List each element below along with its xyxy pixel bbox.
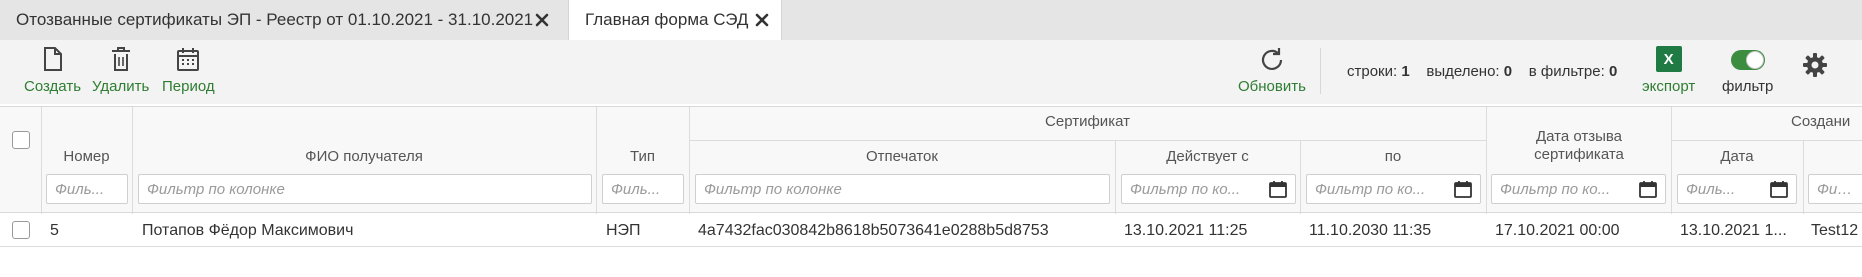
toolbar-divider bbox=[1320, 48, 1321, 94]
group-header-certificate: Сертификат bbox=[1045, 113, 1130, 130]
filter-placeholder: Филь... bbox=[1817, 180, 1859, 198]
tab-main-form[interactable]: Главная форма СЭД bbox=[568, 0, 782, 40]
filter-placeholder: Фильтр по ко... bbox=[1315, 180, 1426, 198]
tab-revoked-certificates[interactable]: Отозванные сертификаты ЭП - Реестр от 01… bbox=[0, 0, 570, 40]
cell-valid-to: 11.10.2030 11:35 bbox=[1309, 221, 1432, 239]
tab-bar: Отозванные сертификаты ЭП - Реестр от 01… bbox=[0, 0, 1862, 40]
filter-placeholder: Филь... bbox=[55, 180, 105, 198]
create-button[interactable]: Создать bbox=[24, 46, 81, 95]
column-header-fio[interactable]: ФИО получателя bbox=[132, 148, 596, 165]
filtered-stat-label: в фильтре: bbox=[1528, 63, 1605, 80]
trash-icon bbox=[111, 47, 130, 71]
calendar-icon[interactable] bbox=[1639, 180, 1657, 198]
column-header-valid-to[interactable]: по bbox=[1300, 148, 1486, 165]
cell-created-by: Test12 bbox=[1811, 221, 1859, 239]
calendar-icon[interactable] bbox=[1454, 180, 1472, 198]
data-grid: Сертификат Создани Номер ФИО получателя … bbox=[0, 106, 1862, 247]
filtered-stat-value: 0 bbox=[1608, 63, 1618, 80]
export-button[interactable]: X экспорт bbox=[1642, 46, 1695, 95]
export-label: экспорт bbox=[1642, 78, 1696, 95]
calendar-icon bbox=[177, 48, 200, 71]
table-row[interactable]: 5 Потапов Фёдор Максимович НЭП 4a7432fac… bbox=[0, 214, 1862, 247]
toggle-switch[interactable] bbox=[1730, 50, 1765, 70]
calendar-icon[interactable] bbox=[1269, 180, 1287, 198]
refresh-icon bbox=[1261, 48, 1283, 70]
period-label: Период bbox=[162, 78, 215, 95]
selected-stat-value: 0 bbox=[1503, 63, 1513, 80]
filter-placeholder: Фильтр по ко... bbox=[1500, 180, 1611, 198]
filter-input-valid-to[interactable]: Фильтр по ко... bbox=[1306, 174, 1481, 204]
filter-input-created-date[interactable]: Филь... bbox=[1677, 174, 1797, 204]
group-header-created: Создани bbox=[1791, 113, 1851, 130]
new-file-icon bbox=[43, 47, 62, 71]
close-icon[interactable] bbox=[752, 10, 772, 30]
excel-icon: X bbox=[1655, 46, 1682, 72]
column-header-valid-from[interactable]: Действует с bbox=[1115, 148, 1300, 165]
filter-placeholder: Фильтр по ко... bbox=[1130, 180, 1241, 198]
period-button[interactable]: Период bbox=[162, 46, 215, 95]
select-all-checkbox[interactable] bbox=[12, 131, 30, 149]
column-header-fingerprint[interactable]: Отпечаток bbox=[689, 148, 1115, 165]
column-header-type[interactable]: Тип bbox=[596, 148, 689, 165]
filter-placeholder: Филь... bbox=[611, 180, 661, 198]
row-stats: строки: 1 выделено: 0 в фильтре: 0 bbox=[1347, 63, 1617, 80]
grid-header: Сертификат Создани Номер ФИО получателя … bbox=[0, 107, 1862, 213]
filter-input-revoke-date[interactable]: Фильтр по ко... bbox=[1491, 174, 1666, 204]
rows-stat-value: 1 bbox=[1401, 63, 1410, 80]
group-header-divider bbox=[689, 140, 1486, 141]
selected-stat-label: выделено: bbox=[1426, 63, 1500, 80]
cell-fingerprint: 4a7432fac030842b8618b5073641e0288b5d8753 bbox=[698, 221, 1049, 239]
filter-input-valid-from[interactable]: Фильтр по ко... bbox=[1121, 174, 1296, 204]
filter-input-number[interactable]: Филь... bbox=[46, 174, 128, 204]
create-label: Создать bbox=[24, 78, 82, 95]
toggle-knob bbox=[1745, 51, 1764, 69]
filter-toggle[interactable]: фильтр bbox=[1722, 46, 1773, 95]
refresh-label: Обновить bbox=[1238, 78, 1306, 95]
row-checkbox[interactable] bbox=[12, 221, 30, 239]
tab-label: Главная форма СЭД bbox=[585, 10, 749, 29]
column-header-number[interactable]: Номер bbox=[41, 148, 132, 165]
delete-button[interactable]: Удалить bbox=[92, 46, 149, 95]
cell-fio: Потапов Фёдор Максимович bbox=[142, 221, 354, 239]
filter-placeholder: Филь... bbox=[1686, 180, 1736, 198]
filter-input-fingerprint[interactable]: Фильтр по колонке bbox=[695, 174, 1110, 204]
column-header-revoke-date[interactable]: Дата отзыва сертификата bbox=[1496, 128, 1662, 164]
filter-placeholder: Фильтр по колонке bbox=[147, 180, 285, 198]
calendar-icon[interactable] bbox=[1770, 180, 1788, 198]
group-header-divider bbox=[1671, 140, 1862, 141]
cell-number: 5 bbox=[50, 221, 59, 239]
delete-label: Удалить bbox=[92, 78, 150, 95]
close-icon[interactable] bbox=[532, 10, 552, 30]
filter-input-type[interactable]: Филь... bbox=[602, 174, 684, 204]
filter-label: фильтр bbox=[1722, 78, 1774, 95]
tab-label: Отозванные сертификаты ЭП - Реестр от 01… bbox=[16, 10, 534, 29]
cell-revoke-date: 17.10.2021 00:00 bbox=[1495, 221, 1620, 239]
filter-input-created-by[interactable]: Филь... bbox=[1808, 174, 1862, 204]
filter-placeholder: Фильтр по колонке bbox=[704, 180, 842, 198]
cell-type: НЭП bbox=[606, 221, 641, 239]
column-header-created-date[interactable]: Дата bbox=[1671, 148, 1803, 165]
gear-icon[interactable] bbox=[1802, 52, 1828, 78]
filter-input-fio[interactable]: Фильтр по колонке bbox=[138, 174, 592, 204]
cell-created-date: 13.10.2021 1... bbox=[1680, 221, 1787, 239]
cell-valid-from: 13.10.2021 11:25 bbox=[1124, 221, 1248, 239]
rows-stat-label: строки: bbox=[1347, 63, 1398, 80]
refresh-button[interactable]: Обновить bbox=[1238, 46, 1306, 95]
